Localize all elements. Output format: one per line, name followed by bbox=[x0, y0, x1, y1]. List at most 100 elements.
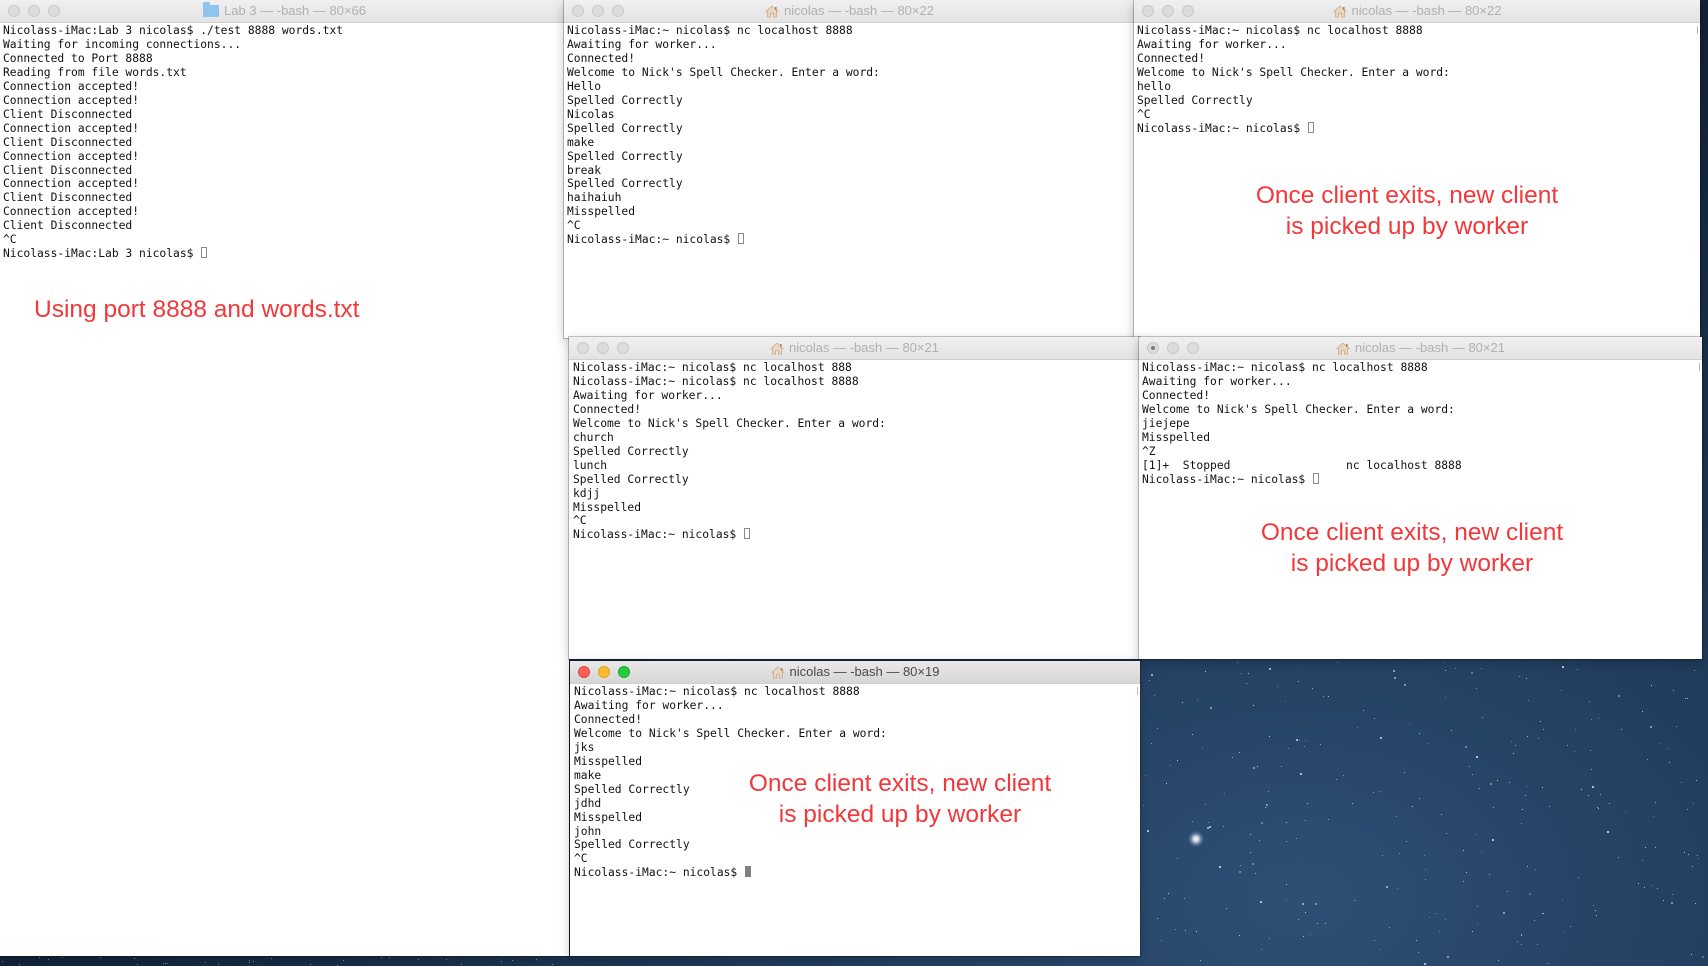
star bbox=[1254, 873, 1256, 875]
window-titlebar[interactable]: nicolas — -bash — 80×21 bbox=[1139, 337, 1702, 360]
window-titlebar[interactable]: nicolas — -bash — 80×22 bbox=[564, 0, 1135, 23]
terminal-output[interactable]: Nicolass-iMac:Lab 3 nicolas$ ./test 8888… bbox=[3, 24, 565, 956]
star bbox=[1251, 863, 1254, 866]
home-icon bbox=[770, 665, 785, 679]
terminal-line: Spelled Correctly bbox=[567, 121, 683, 135]
star bbox=[1357, 727, 1359, 729]
star bbox=[1509, 782, 1511, 784]
window-titlebar[interactable]: nicolas — -bash — 80×21 bbox=[569, 337, 1140, 360]
minimize-button[interactable] bbox=[1162, 5, 1174, 17]
star bbox=[1526, 865, 1528, 867]
terminal-output[interactable]: Nicolass-iMac:~ nicolas$ nc localhost 88… bbox=[567, 24, 1131, 338]
star bbox=[249, 959, 251, 961]
terminal-line: Connection accepted! bbox=[3, 121, 140, 135]
minimize-button[interactable] bbox=[598, 666, 610, 678]
star bbox=[1225, 908, 1227, 910]
star bbox=[1444, 697, 1446, 699]
star bbox=[1196, 700, 1198, 702]
bright-star bbox=[1188, 831, 1204, 847]
terminal-line: make bbox=[574, 768, 602, 782]
star bbox=[1681, 781, 1683, 783]
star bbox=[1439, 931, 1441, 933]
star bbox=[1148, 680, 1150, 682]
client-terminal-window-1[interactable]: nicolas — -bash — 80×22 Nicolass-iMac:~ … bbox=[564, 0, 1135, 338]
star bbox=[1577, 877, 1579, 879]
star bbox=[1526, 785, 1528, 787]
traffic-lights bbox=[8, 5, 60, 17]
close-button[interactable] bbox=[8, 5, 20, 17]
window-titlebar[interactable]: nicolas — -bash — 80×19 bbox=[570, 661, 1140, 684]
zoom-button[interactable] bbox=[1182, 5, 1194, 17]
window-titlebar[interactable]: Lab 3 — -bash — 80×66 bbox=[0, 0, 569, 23]
terminal-output[interactable]: Nicolass-iMac:~ nicolas$ nc localhost 88… bbox=[1142, 361, 1698, 659]
terminal-line: Client Disconnected bbox=[3, 107, 133, 121]
minimize-button[interactable] bbox=[28, 5, 40, 17]
zoom-button[interactable] bbox=[612, 5, 624, 17]
traffic-lights bbox=[578, 666, 630, 678]
zoom-button[interactable] bbox=[617, 342, 629, 354]
text-cursor bbox=[1313, 472, 1320, 484]
star bbox=[1570, 926, 1572, 928]
star bbox=[1510, 740, 1512, 742]
minimize-button[interactable] bbox=[1167, 342, 1179, 354]
star bbox=[535, 958, 537, 960]
close-button[interactable] bbox=[578, 666, 590, 678]
star bbox=[1378, 948, 1380, 950]
minimize-button[interactable] bbox=[597, 342, 609, 354]
terminal-line: Spelled Correctly bbox=[574, 782, 690, 796]
star bbox=[1624, 811, 1626, 813]
text-cursor bbox=[745, 866, 752, 878]
client-terminal-window-4[interactable]: nicolas — -bash — 80×21 Nicolass-iMac:~ … bbox=[1139, 337, 1702, 659]
terminal-line: Connected! bbox=[574, 712, 643, 726]
terminal-line: ^C bbox=[573, 514, 587, 528]
star bbox=[1209, 706, 1212, 709]
star bbox=[417, 958, 419, 960]
star bbox=[1673, 689, 1675, 691]
star bbox=[1398, 852, 1400, 854]
minimize-button[interactable] bbox=[592, 5, 604, 17]
star bbox=[1184, 929, 1186, 931]
star bbox=[1507, 890, 1509, 892]
star bbox=[1444, 661, 1446, 663]
star bbox=[1650, 725, 1653, 728]
close-button[interactable] bbox=[572, 5, 584, 17]
client-terminal-window-2[interactable]: nicolas — -bash — 80×22 Nicolass-iMac:~ … bbox=[1134, 0, 1700, 338]
terminal-line: haihaiuh bbox=[567, 191, 622, 205]
star bbox=[1620, 729, 1622, 731]
star bbox=[1324, 922, 1326, 924]
window-titlebar[interactable]: nicolas — -bash — 80×22 bbox=[1134, 0, 1700, 23]
star bbox=[381, 956, 382, 958]
shell-prompt: Nicolass-iMac:~ nicolas$ bbox=[1137, 121, 1308, 135]
zoom-button[interactable] bbox=[48, 5, 60, 17]
star bbox=[1231, 757, 1233, 759]
star bbox=[1574, 750, 1576, 752]
star bbox=[1697, 854, 1699, 856]
star bbox=[310, 963, 312, 965]
star bbox=[1288, 748, 1290, 750]
star bbox=[1406, 841, 1408, 843]
terminal-line: Misspelled bbox=[1142, 430, 1211, 444]
server-terminal-window[interactable]: Lab 3 — -bash — 80×66 Nicolass-iMac:Lab … bbox=[0, 0, 569, 956]
star bbox=[1150, 673, 1153, 676]
star bbox=[1285, 884, 1287, 886]
window-title: nicolas — -bash — 80×21 bbox=[1355, 340, 1505, 355]
star bbox=[1154, 695, 1156, 697]
scroll-indicator bbox=[1699, 363, 1700, 371]
close-button[interactable] bbox=[1147, 342, 1159, 354]
terminal-output[interactable]: Nicolass-iMac:~ nicolas$ nc localhost 88… bbox=[573, 361, 1136, 659]
client-terminal-window-5[interactable]: nicolas — -bash — 80×19 Nicolass-iMac:~ … bbox=[570, 661, 1140, 956]
close-button[interactable] bbox=[577, 342, 589, 354]
terminal-line: Welcome to Nick's Spell Checker. Enter a… bbox=[573, 416, 886, 430]
star bbox=[512, 959, 514, 961]
star bbox=[1304, 739, 1306, 741]
client-terminal-window-3[interactable]: nicolas — -bash — 80×21 Nicolass-iMac:~ … bbox=[569, 337, 1140, 659]
star bbox=[1447, 955, 1450, 958]
zoom-button[interactable] bbox=[1187, 342, 1199, 354]
star bbox=[1423, 963, 1426, 966]
terminal-line: Connection accepted! bbox=[3, 205, 140, 219]
star bbox=[1381, 855, 1383, 857]
close-button[interactable] bbox=[1142, 5, 1154, 17]
zoom-button[interactable] bbox=[618, 666, 630, 678]
terminal-line: Connected! bbox=[567, 51, 636, 65]
star bbox=[1257, 765, 1259, 767]
